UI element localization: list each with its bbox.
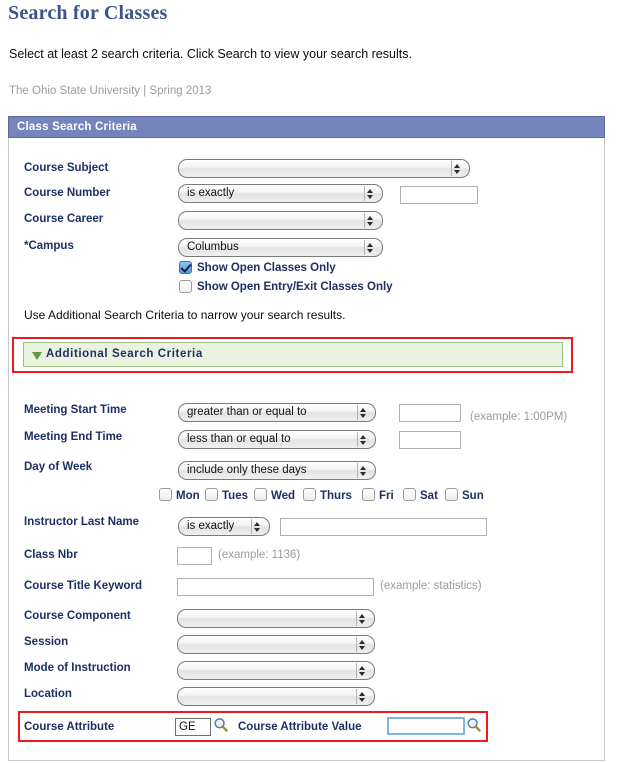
updown-arrows-icon bbox=[366, 212, 375, 229]
select-divider bbox=[357, 405, 358, 420]
select-divider bbox=[357, 463, 358, 478]
course-subject-select[interactable] bbox=[178, 159, 470, 178]
updown-arrows-icon bbox=[366, 185, 375, 202]
day-label-mon: Mon bbox=[176, 490, 200, 502]
show-open-classes-label: Show Open Classes Only bbox=[197, 262, 336, 274]
course-attribute-label: Course Attribute bbox=[24, 721, 115, 733]
course-attribute-value-label: Course Attribute Value bbox=[238, 721, 362, 733]
day-checkbox-thurs[interactable] bbox=[303, 488, 316, 501]
select-divider bbox=[356, 663, 357, 678]
additional-criteria-note: Use Additional Search Criteria to narrow… bbox=[24, 308, 346, 322]
chevron-down-icon bbox=[32, 352, 42, 360]
meeting-start-time-operator-value: greater than or equal to bbox=[187, 406, 307, 418]
meeting-end-time-operator-select[interactable]: less than or equal to bbox=[178, 430, 376, 449]
course-attribute-value-lookup-search-icon[interactable] bbox=[466, 717, 482, 733]
meeting-end-time-operator-value: less than or equal to bbox=[187, 433, 291, 445]
day-label-fri: Fri bbox=[379, 490, 394, 502]
select-divider bbox=[251, 519, 252, 534]
updown-arrows-icon bbox=[359, 404, 368, 421]
select-divider bbox=[356, 637, 357, 652]
updown-arrows-icon bbox=[366, 239, 375, 256]
institution-term-line: The Ohio State University | Spring 2013 bbox=[9, 85, 212, 97]
day-label-thurs: Thurs bbox=[320, 490, 352, 502]
day-label-sun: Sun bbox=[462, 490, 484, 502]
course-number-operator-value: is exactly bbox=[187, 187, 235, 199]
day-label-tues: Tues bbox=[222, 490, 248, 502]
select-divider bbox=[364, 186, 365, 201]
page-title: Search for Classes bbox=[8, 2, 168, 24]
updown-arrows-icon bbox=[453, 160, 462, 177]
updown-arrows-icon bbox=[358, 662, 367, 679]
meeting-start-time-hint: (example: 1:00PM) bbox=[470, 411, 568, 423]
course-attribute-lookup-search-icon[interactable] bbox=[213, 717, 229, 733]
location-label: Location bbox=[24, 688, 72, 700]
course-component-label: Course Component bbox=[24, 610, 131, 622]
select-divider bbox=[357, 432, 358, 447]
session-label: Session bbox=[24, 636, 69, 648]
additional-search-criteria-label: Additional Search Criteria bbox=[46, 348, 203, 360]
campus-select-value: Columbus bbox=[187, 241, 239, 253]
show-open-entry-exit-label: Show Open Entry/Exit Classes Only bbox=[197, 281, 393, 293]
session-select[interactable] bbox=[177, 635, 375, 654]
day-of-week-operator-select[interactable]: include only these days bbox=[178, 461, 376, 480]
course-title-keyword-hint: (example: statistics) bbox=[380, 580, 482, 592]
class-nbr-input[interactable] bbox=[177, 547, 212, 565]
day-label-sat: Sat bbox=[420, 490, 438, 502]
course-number-input[interactable] bbox=[400, 186, 478, 204]
updown-arrows-icon bbox=[253, 518, 262, 535]
course-title-keyword-input[interactable] bbox=[177, 578, 374, 596]
location-select[interactable] bbox=[177, 687, 375, 706]
day-checkbox-sat[interactable] bbox=[403, 488, 416, 501]
updown-arrows-icon bbox=[359, 431, 368, 448]
select-divider bbox=[364, 240, 365, 255]
updown-arrows-icon bbox=[358, 688, 367, 705]
updown-arrows-icon bbox=[358, 636, 367, 653]
instructor-last-name-input[interactable] bbox=[280, 518, 487, 536]
select-divider bbox=[356, 611, 357, 626]
show-open-classes-checkbox[interactable] bbox=[179, 261, 192, 274]
day-of-week-label: Day of Week bbox=[24, 461, 93, 473]
course-career-label: Course Career bbox=[24, 213, 104, 225]
course-career-select[interactable] bbox=[178, 211, 383, 230]
updown-arrows-icon bbox=[358, 610, 367, 627]
class-nbr-label: Class Nbr bbox=[24, 549, 78, 561]
campus-select[interactable]: Columbus bbox=[178, 238, 383, 257]
campus-label: *Campus bbox=[24, 240, 74, 252]
select-divider bbox=[451, 161, 452, 176]
day-checkbox-sun[interactable] bbox=[445, 488, 458, 501]
select-divider bbox=[364, 213, 365, 228]
meeting-start-time-label: Meeting Start Time bbox=[24, 404, 127, 416]
instructor-last-name-label: Instructor Last Name bbox=[24, 516, 140, 528]
class-nbr-hint: (example: 1136) bbox=[218, 549, 301, 561]
additional-search-criteria-bar[interactable]: Additional Search Criteria bbox=[23, 342, 563, 367]
day-checkbox-tues[interactable] bbox=[205, 488, 218, 501]
show-open-entry-exit-checkbox[interactable] bbox=[179, 280, 192, 293]
course-subject-label: Course Subject bbox=[24, 162, 109, 174]
instructor-last-name-operator-value: is exactly bbox=[187, 520, 235, 532]
day-label-wed: Wed bbox=[271, 490, 296, 502]
course-title-keyword-label: Course Title Keyword bbox=[24, 580, 143, 592]
instructions-text: Select at least 2 search criteria. Click… bbox=[9, 47, 412, 61]
day-of-week-operator-value: include only these days bbox=[187, 464, 307, 476]
meeting-end-time-input[interactable] bbox=[399, 431, 461, 449]
course-number-operator-select[interactable]: is exactly bbox=[178, 184, 383, 203]
meeting-end-time-label: Meeting End Time bbox=[24, 431, 123, 443]
course-component-select[interactable] bbox=[177, 609, 375, 628]
meeting-start-time-input[interactable] bbox=[399, 404, 461, 422]
instructor-last-name-operator-select[interactable]: is exactly bbox=[178, 517, 270, 536]
meeting-start-time-operator-select[interactable]: greater than or equal to bbox=[178, 403, 376, 422]
select-divider bbox=[356, 689, 357, 704]
day-checkbox-wed[interactable] bbox=[254, 488, 267, 501]
day-checkbox-mon[interactable] bbox=[159, 488, 172, 501]
course-attribute-value-input[interactable] bbox=[387, 717, 465, 735]
course-number-label: Course Number bbox=[24, 187, 111, 199]
day-checkbox-fri[interactable] bbox=[362, 488, 375, 501]
class-search-criteria-header: Class Search Criteria bbox=[8, 116, 605, 138]
updown-arrows-icon bbox=[359, 462, 368, 479]
mode-of-instruction-label: Mode of Instruction bbox=[24, 662, 131, 674]
mode-of-instruction-select[interactable] bbox=[177, 661, 375, 680]
course-attribute-input[interactable] bbox=[175, 718, 211, 736]
